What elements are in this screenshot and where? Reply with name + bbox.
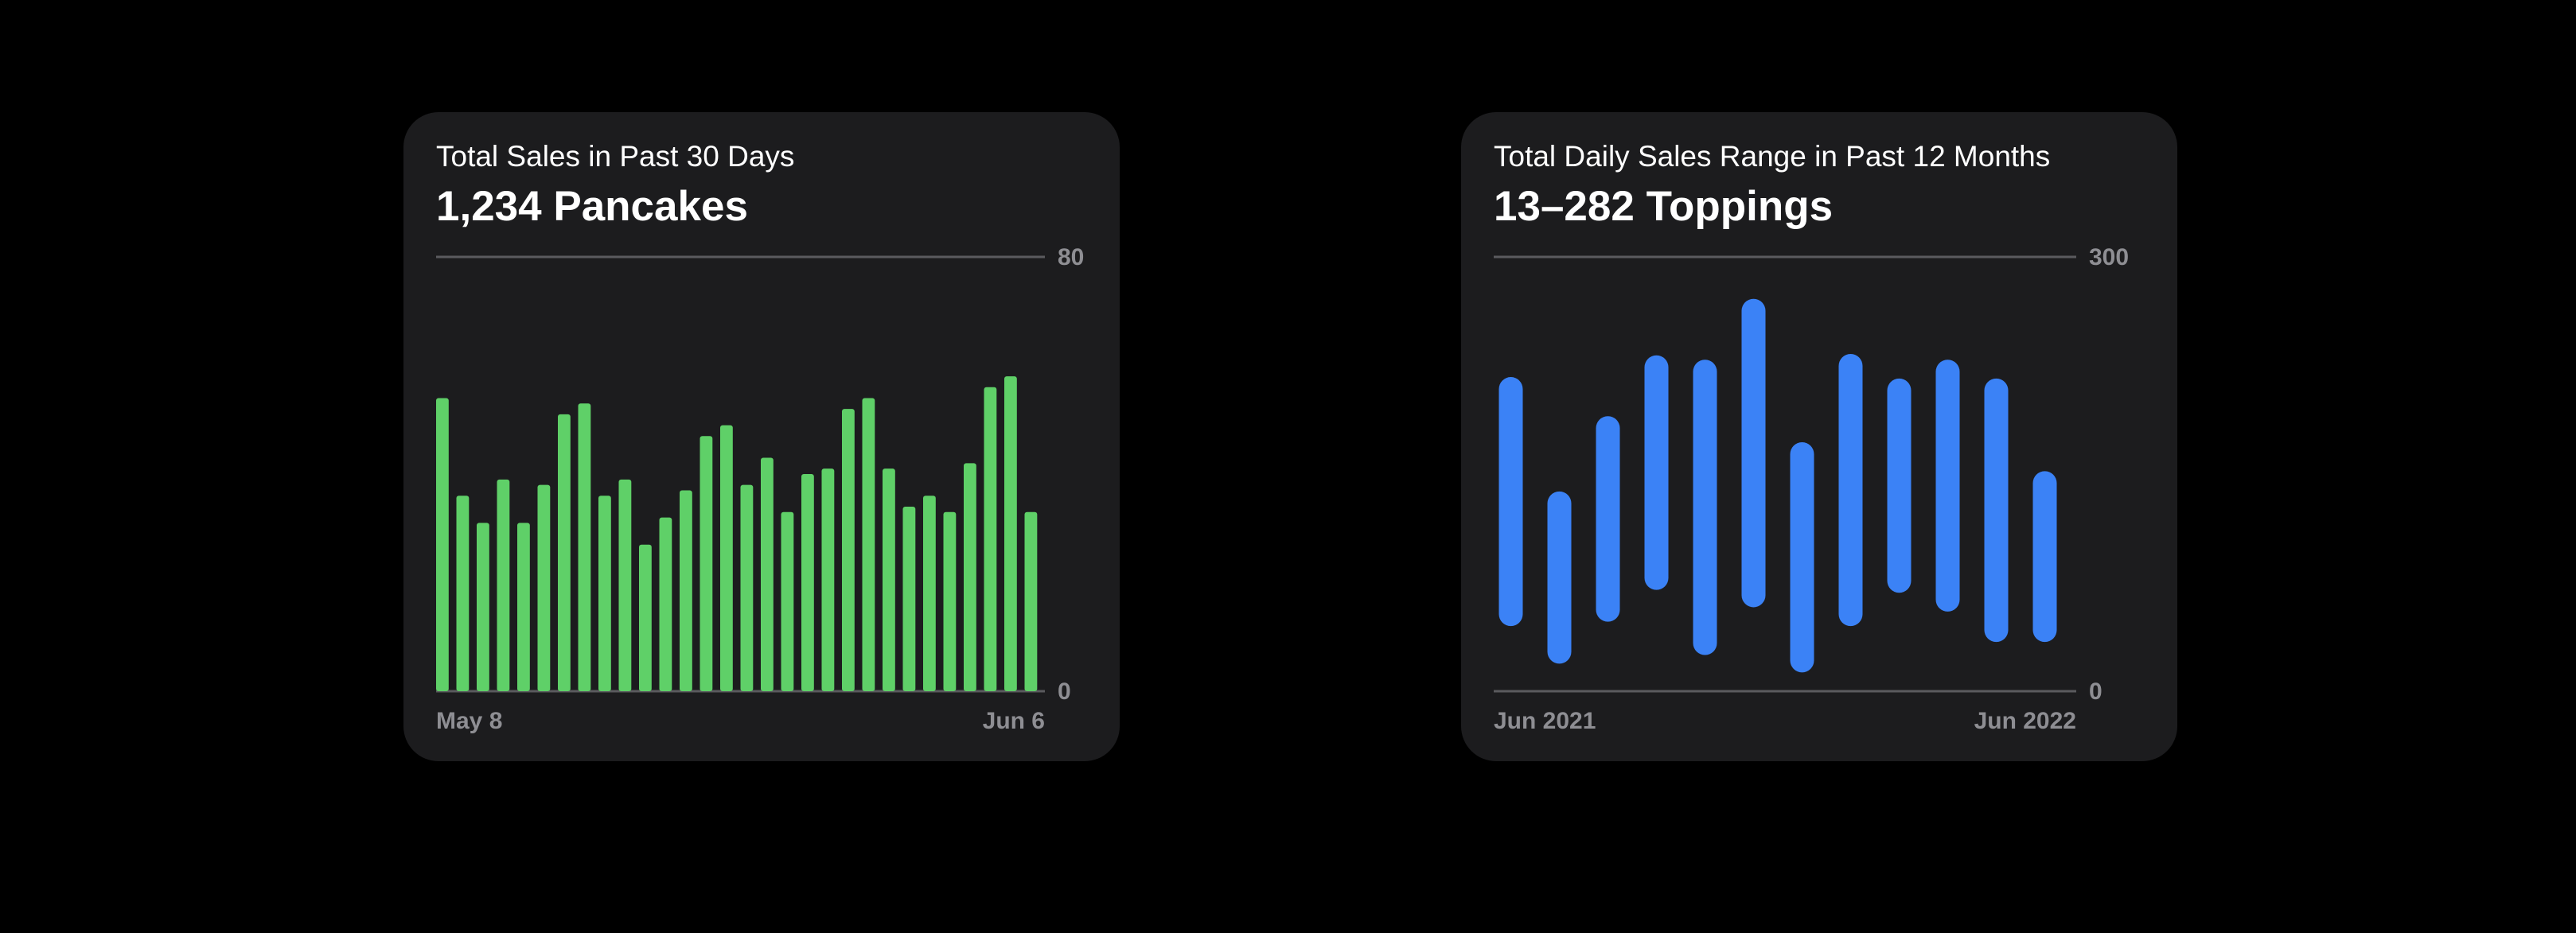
sales-bar bbox=[761, 457, 774, 691]
range-bar bbox=[1838, 353, 1863, 627]
range-bar bbox=[1741, 298, 1766, 608]
y-tick-label: 0 bbox=[1058, 678, 1071, 705]
sales-bar bbox=[618, 479, 632, 691]
x-tick-label: Jun 6 bbox=[983, 708, 1045, 734]
range-bar bbox=[2032, 471, 2057, 643]
sales-bar bbox=[943, 511, 957, 691]
sales-bar bbox=[902, 506, 916, 691]
sales-bar bbox=[497, 479, 510, 691]
sales-bar bbox=[659, 517, 672, 691]
y-tick-label: 0 bbox=[2089, 678, 2102, 705]
range-bar bbox=[1547, 491, 1572, 664]
sales-bar bbox=[517, 523, 530, 691]
sales-bar bbox=[456, 496, 470, 691]
sales-bar bbox=[578, 403, 591, 691]
sales-bar bbox=[862, 398, 875, 691]
sales-bar bbox=[477, 523, 489, 691]
sales-bar bbox=[964, 463, 976, 691]
range-bar bbox=[1644, 355, 1669, 590]
sales-bar bbox=[1004, 376, 1017, 691]
sales-bar bbox=[537, 484, 551, 691]
sales-bar bbox=[558, 414, 571, 691]
sales-bar bbox=[883, 468, 895, 691]
range-bar bbox=[1790, 441, 1814, 673]
sales-bar bbox=[639, 544, 652, 691]
range-bar bbox=[1498, 377, 1523, 627]
range-bar bbox=[1935, 360, 1960, 612]
sales-bar bbox=[781, 511, 794, 691]
range-bar bbox=[1693, 360, 1717, 655]
sales-bar bbox=[821, 468, 835, 691]
sales-bar bbox=[1024, 511, 1038, 691]
toppings-range-chart: 300 0 Jun 2021 Jun 2022 bbox=[1494, 244, 2129, 734]
sales-bar bbox=[436, 398, 449, 691]
toppings-card: Total Daily Sales Range in Past 12 Month… bbox=[1461, 112, 2177, 761]
sales-bar bbox=[720, 425, 733, 691]
range-bar bbox=[1596, 416, 1620, 622]
sales-bar bbox=[801, 474, 814, 691]
y-tick-label: 80 bbox=[1058, 244, 1084, 270]
sales-card: Total Sales in Past 30 Days 1,234 Pancak… bbox=[403, 112, 1120, 761]
range-bar bbox=[1984, 378, 2009, 643]
y-tick-label: 300 bbox=[2089, 244, 2129, 270]
sales-bar bbox=[700, 436, 713, 691]
x-tick-label: May 8 bbox=[436, 708, 502, 734]
range-bar bbox=[1887, 378, 1912, 593]
sales-bar bbox=[984, 387, 997, 691]
sales-bar bbox=[740, 484, 754, 691]
sales-bar-chart: 80 0 May 8 Jun 6 bbox=[436, 244, 1084, 734]
sales-bar bbox=[680, 490, 692, 691]
x-tick-label: Jun 2022 bbox=[1974, 708, 2076, 734]
x-tick-label: Jun 2021 bbox=[1494, 708, 1596, 734]
sales-bar bbox=[598, 496, 611, 691]
sales-bar bbox=[923, 496, 936, 691]
sales-bar bbox=[842, 409, 855, 691]
